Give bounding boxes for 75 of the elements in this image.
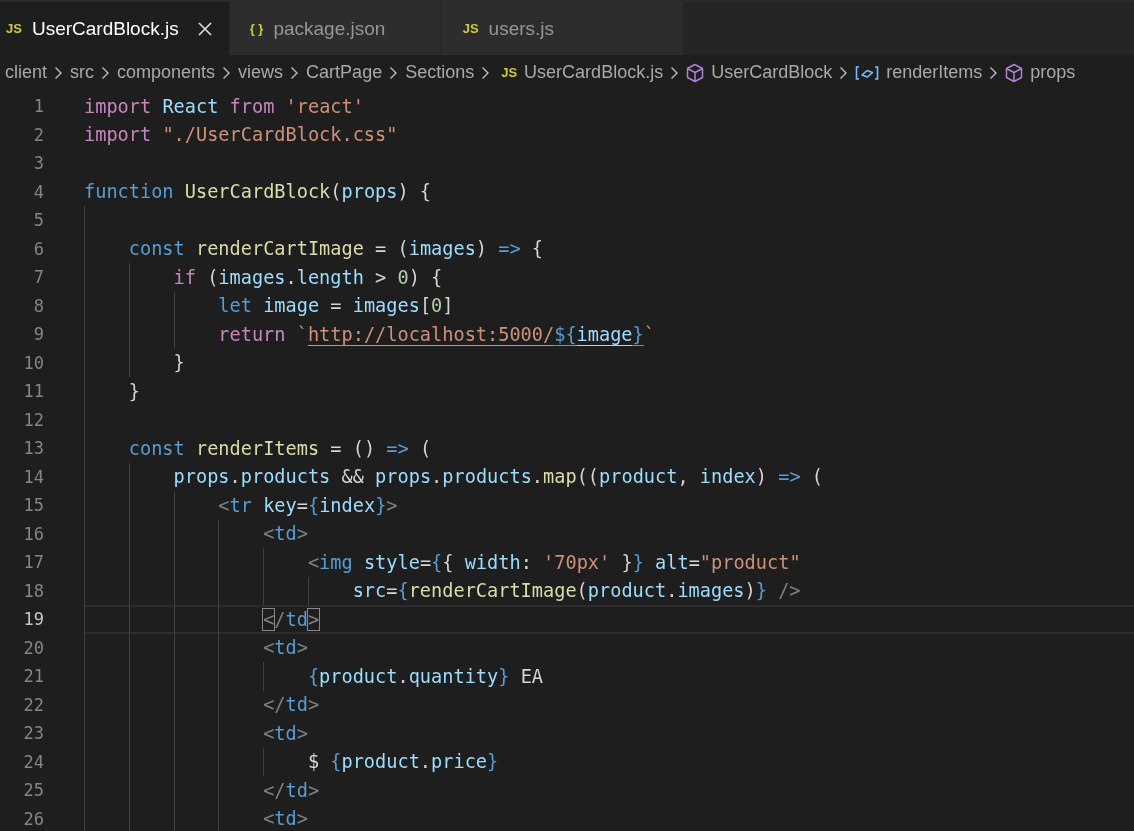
line-number: 7 xyxy=(32,267,44,288)
breadcrumb-item[interactable]: views xyxy=(238,62,284,83)
code-line: const renderItems = () => ( xyxy=(127,437,432,459)
line-number: 3 xyxy=(32,153,44,174)
chevron-icon xyxy=(989,65,999,80)
code-line: function UserCardBlock(props) { xyxy=(84,181,432,203)
chevron-icon xyxy=(481,65,491,80)
chevron-icon xyxy=(670,65,680,80)
variable-icon xyxy=(855,64,880,81)
line-number: 15 xyxy=(22,495,44,516)
code-line: } xyxy=(172,352,185,374)
line-number: 9 xyxy=(32,324,44,345)
breadcrumb-item[interactable]: src xyxy=(70,62,95,83)
close-icon[interactable] xyxy=(196,20,213,37)
breadcrumb-item[interactable]: client xyxy=(5,62,48,83)
editor-tab[interactable]: JS users.js xyxy=(440,2,684,55)
code-line: </td> xyxy=(262,779,320,801)
code-line: props.products && props.products.map((product, index) => ( xyxy=(172,466,823,488)
code-line: <td> xyxy=(262,637,308,659)
line-number: 16 xyxy=(22,523,44,544)
line-number: 6 xyxy=(32,238,44,259)
code-line: import React from 'react' xyxy=(84,95,364,117)
line-number: 2 xyxy=(32,124,44,145)
breadcrumb-item[interactable]: CartPage xyxy=(306,62,383,83)
code-line: <td> xyxy=(262,808,308,830)
breadcrumb-item[interactable]: UserCardBlock.js xyxy=(524,62,664,83)
code-line: return `http://localhost:5000/${image}` xyxy=(217,323,655,345)
code-line: if (images.length > 0) { xyxy=(172,266,443,288)
line-number: 14 xyxy=(22,466,44,487)
line-number: 19 xyxy=(22,609,44,630)
line-number: 24 xyxy=(22,751,44,772)
code-line: <tr key={index}> xyxy=(217,494,398,516)
code-line: const renderCartImage = (images) => { xyxy=(127,238,544,260)
line-number: 8 xyxy=(32,295,44,316)
chevron-icon xyxy=(290,65,300,80)
chevron-icon xyxy=(101,65,111,80)
breadcrumb-item[interactable]: components xyxy=(117,62,216,83)
code-line: } xyxy=(127,380,140,402)
code-line: import "./UserCardBlock.css" xyxy=(84,124,398,146)
breadcrumb-item[interactable]: renderItems xyxy=(886,62,983,83)
chevron-icon xyxy=(222,65,232,80)
line-number: 13 xyxy=(22,438,44,459)
line-number: 12 xyxy=(22,409,44,430)
breadcrumb-item[interactable]: Sections xyxy=(405,62,475,83)
code-line: $ {product.price} xyxy=(306,751,499,773)
line-number: 5 xyxy=(32,210,44,231)
code-line: <td> xyxy=(262,523,308,545)
cube-icon xyxy=(1005,62,1024,83)
line-number: 20 xyxy=(22,637,44,658)
chevron-icon xyxy=(54,65,64,80)
code-line: <img style={{ width: '70px' }} alt="product" xyxy=(306,551,801,573)
editor-tab[interactable]: JS UserCardBlock.js xyxy=(0,2,230,55)
code-line: src={renderCartImage(product.images)} /> xyxy=(351,580,801,602)
line-number: 22 xyxy=(22,694,44,715)
line-number: 10 xyxy=(22,352,44,373)
line-number: 25 xyxy=(22,780,44,801)
line-number: 18 xyxy=(22,580,44,601)
editor-tab[interactable]: { } package.json xyxy=(229,2,441,55)
code-line: </td> xyxy=(262,694,320,716)
cube-icon xyxy=(686,62,705,83)
code-line: {product.quantity} EA xyxy=(306,665,544,687)
line-number: 23 xyxy=(22,723,44,744)
line-number: 21 xyxy=(22,666,44,687)
line-number: 1 xyxy=(32,96,44,117)
code-line: <td> xyxy=(262,722,308,744)
line-number: 4 xyxy=(32,181,44,202)
chevron-icon xyxy=(389,65,399,80)
line-number: 11 xyxy=(22,381,44,402)
breadcrumb-item[interactable]: UserCardBlock xyxy=(711,62,833,83)
code-line: let image = images[0] xyxy=(217,295,454,317)
chevron-icon xyxy=(839,65,849,80)
line-number: 17 xyxy=(22,552,44,573)
breadcrumb-item[interactable]: props xyxy=(1030,62,1076,83)
line-number: 26 xyxy=(22,808,44,829)
javascript-file-icon: JS xyxy=(501,65,518,80)
